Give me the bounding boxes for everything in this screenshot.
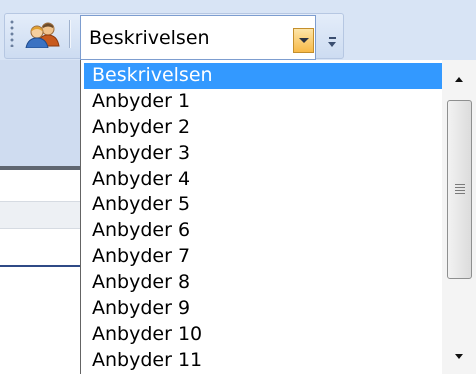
toolbar-separator bbox=[69, 20, 71, 48]
users-icon[interactable] bbox=[23, 20, 63, 49]
scrollbar[interactable] bbox=[442, 60, 476, 374]
toolbar-grip-handle[interactable] bbox=[10, 19, 14, 47]
dropdown-arrow-button[interactable] bbox=[293, 28, 314, 53]
grip-icon bbox=[455, 184, 465, 194]
scroll-up-arrow-icon[interactable] bbox=[442, 60, 476, 100]
chevron-down-icon[interactable] bbox=[328, 35, 338, 49]
dropdown-item[interactable]: Anbyder 5 bbox=[84, 192, 443, 218]
dropdown-item-selected[interactable]: Beskrivelsen bbox=[84, 63, 443, 89]
scroll-down-arrow-icon[interactable] bbox=[442, 340, 476, 374]
dropdown-item[interactable]: Anbyder 11 bbox=[84, 348, 443, 374]
dropdown-item[interactable]: Anbyder 2 bbox=[84, 115, 443, 141]
dropdown-items: Beskrivelsen Anbyder 1 Anbyder 2 Anbyder 3A… bbox=[81, 60, 445, 374]
dropdown-list: Beskrivelsen Anbyder 1 Anbyder 2 Anbyder 3A… bbox=[80, 60, 476, 374]
dropdown-item[interactable]: Anbyder 3 bbox=[84, 141, 443, 167]
dropdown-item[interactable]: Anbyder 6 bbox=[84, 218, 443, 244]
scrollbar-thumb[interactable] bbox=[447, 100, 472, 279]
dropdown-item[interactable]: Anbyder 8 bbox=[84, 270, 443, 296]
dropdown-item[interactable]: Anbyder 4 bbox=[84, 167, 443, 193]
combobox-value: Beskrivelsen bbox=[89, 27, 210, 49]
description-combobox[interactable]: Beskrivelsen bbox=[80, 15, 316, 60]
dropdown-item[interactable]: Anbyder 7 bbox=[84, 244, 443, 270]
dropdown-item[interactable]: Anbyder 1 bbox=[84, 89, 443, 115]
dropdown-item[interactable]: Anbyder 9 bbox=[84, 296, 443, 322]
dropdown-item[interactable]: Anbyder 10 bbox=[84, 322, 443, 348]
